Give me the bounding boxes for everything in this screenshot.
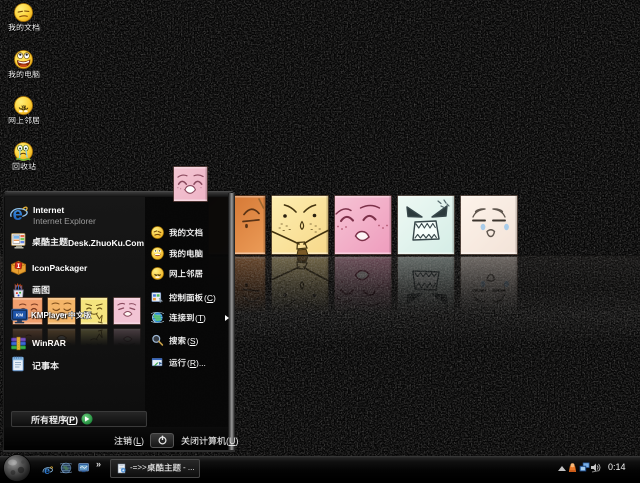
svg-text:e: e: [13, 204, 23, 223]
svg-text:e: e: [44, 465, 50, 476]
svg-text:KM: KM: [16, 313, 23, 319]
